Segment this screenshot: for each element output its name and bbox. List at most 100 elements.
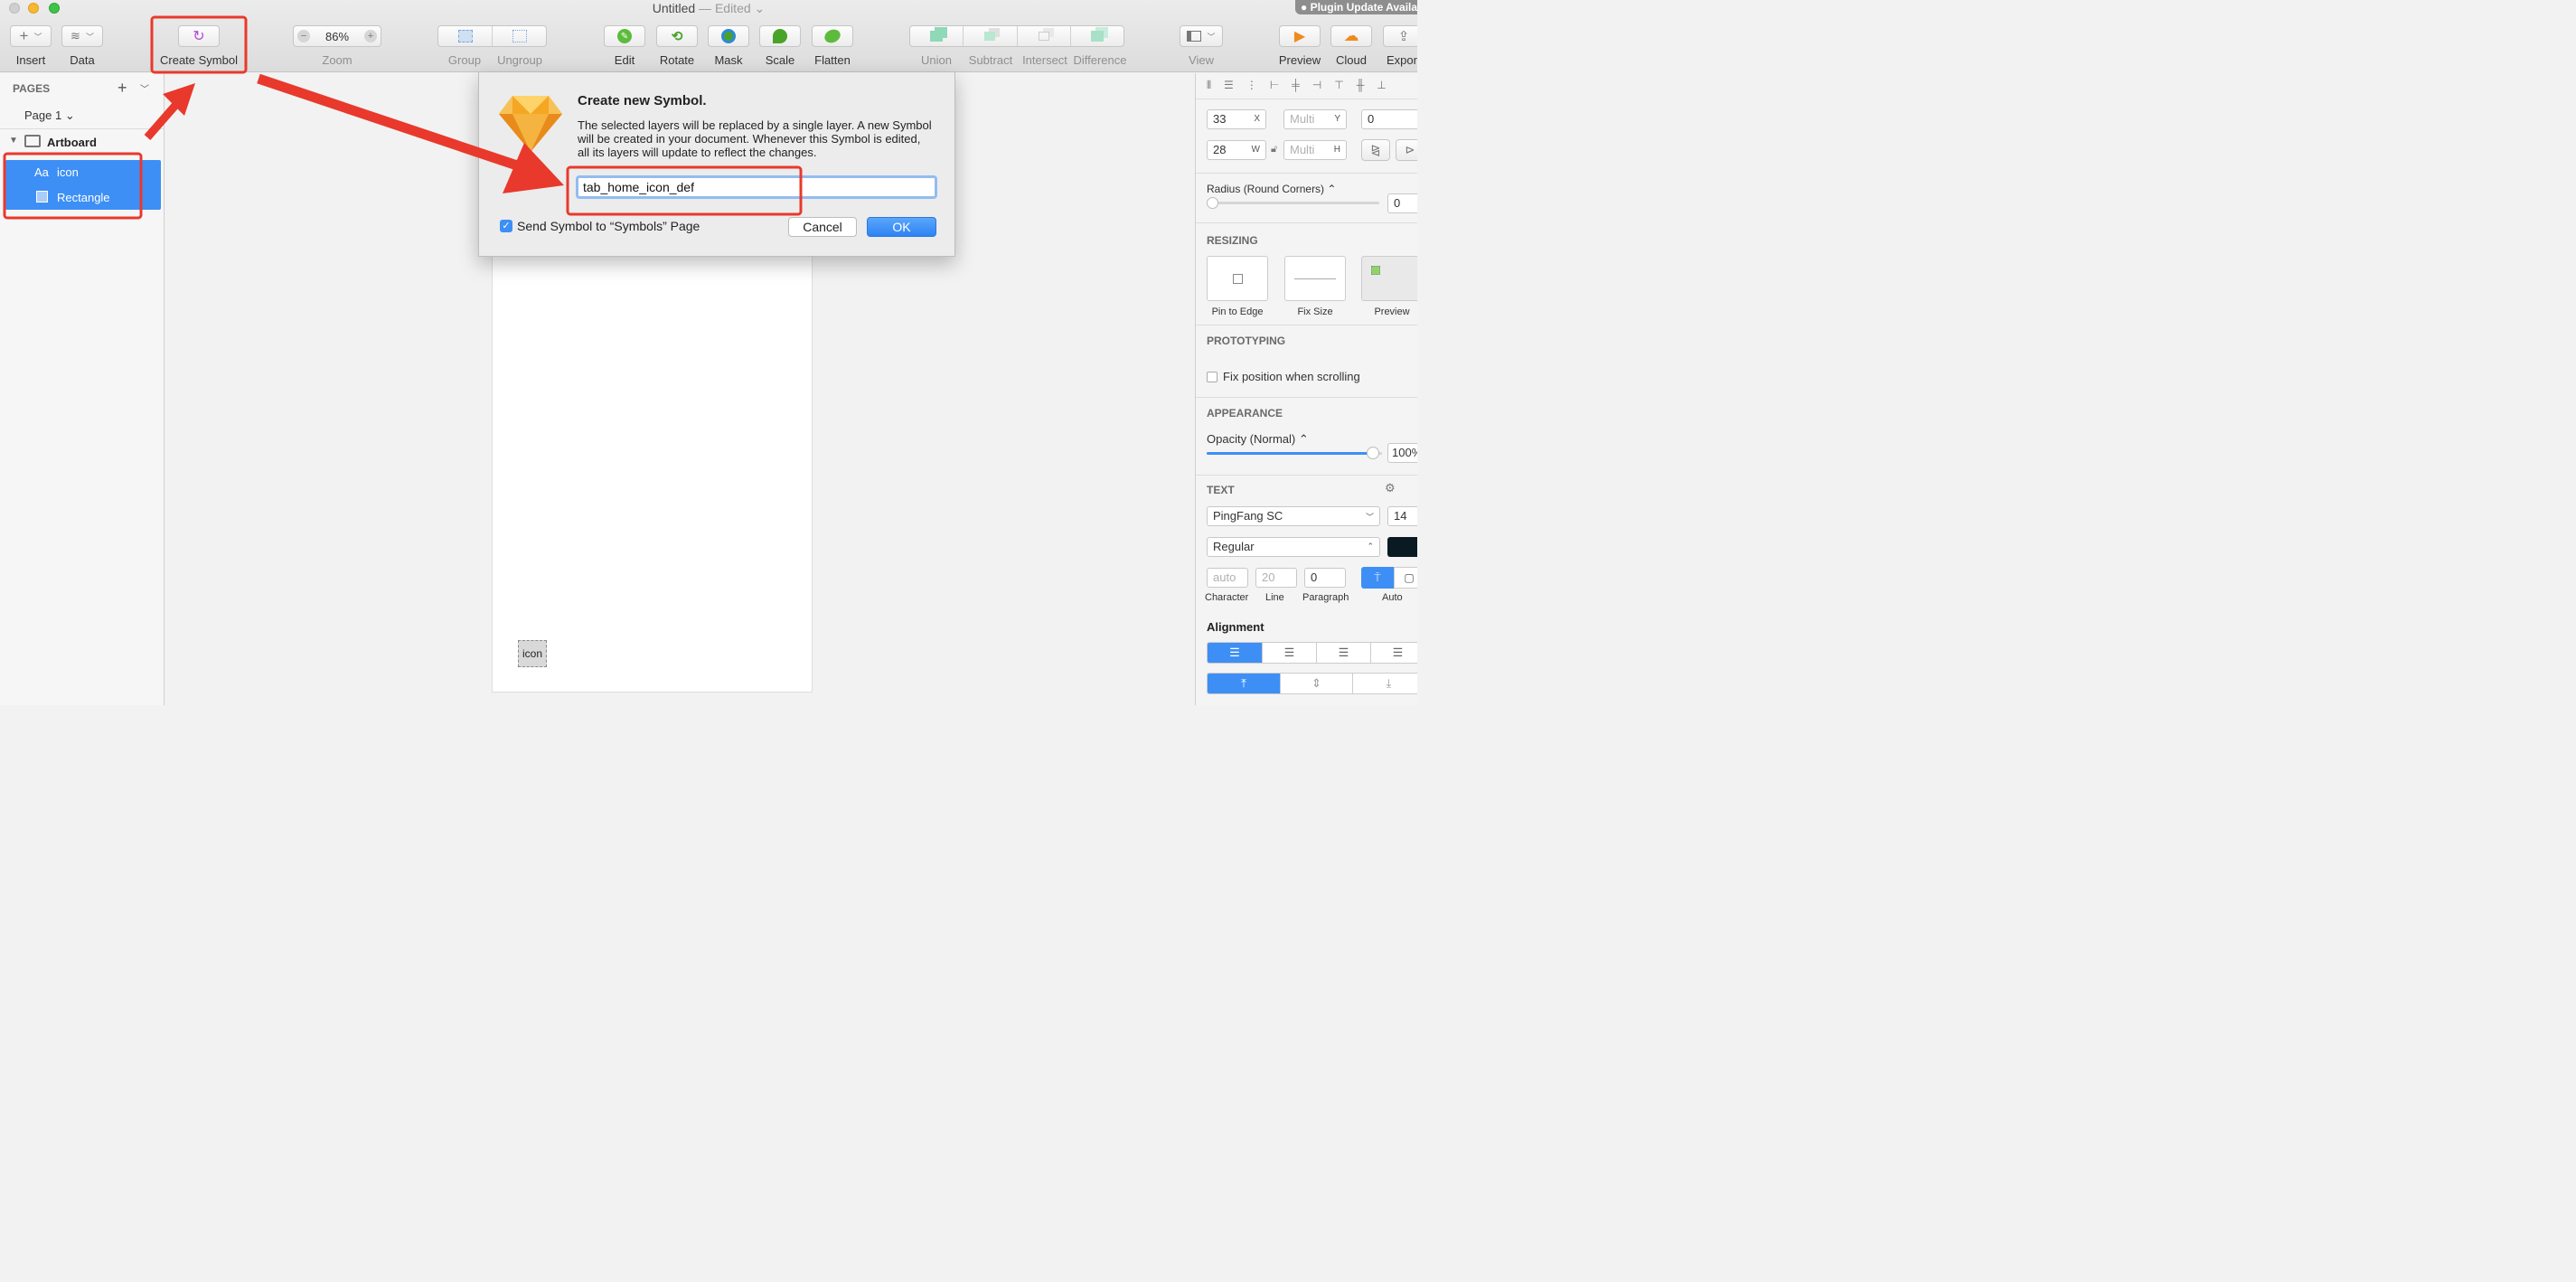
flip-horizontal-button[interactable]: ⧎ (1361, 139, 1390, 161)
selected-icon-layer[interactable]: icon (518, 640, 547, 667)
fix-size-control[interactable] (1284, 256, 1346, 301)
flip-vertical-button[interactable]: ⊳ (1396, 139, 1417, 161)
fix-position-checkbox[interactable] (1207, 372, 1217, 382)
character-spacing-field[interactable]: auto (1207, 568, 1248, 588)
radius-slider-knob[interactable] (1207, 197, 1218, 209)
chevron-down-icon[interactable]: ﹀ (140, 81, 149, 95)
mask-button[interactable] (708, 25, 749, 47)
align-top-button[interactable]: ⤒ (1208, 674, 1280, 693)
preview-label: Preview (1374, 306, 1410, 317)
intersect-button[interactable] (1018, 26, 1071, 46)
group-button[interactable] (438, 26, 493, 46)
insert-button[interactable]: + ﹀ (10, 25, 52, 47)
auto-label: Auto (1382, 592, 1403, 603)
gear-icon[interactable]: ⚙ (1385, 481, 1396, 495)
flatten-button[interactable] (812, 25, 853, 47)
plugin-update-badge[interactable]: ● Plugin Update Available (1295, 0, 1417, 14)
align-right-button[interactable]: ☰ (1316, 643, 1370, 663)
vertical-align-segment: ⤒ ⇕ ⤓ (1207, 673, 1417, 694)
align-bottom-button[interactable]: ⤓ (1352, 674, 1417, 693)
height-field[interactable]: Multi H (1283, 140, 1347, 160)
preview-label: Preview (1278, 53, 1321, 67)
add-page-icon[interactable]: + (118, 79, 127, 98)
lock-icon[interactable]: 🔓︎ (1271, 144, 1277, 156)
distribute-horizontal-icon[interactable]: ⫴ (1207, 79, 1211, 93)
opacity-slider[interactable] (1207, 452, 1382, 455)
create-symbol-icon: ↻ (193, 29, 205, 44)
rotation-field[interactable]: 0 (1361, 109, 1417, 129)
align-center-button[interactable]: ☰ (1262, 643, 1316, 663)
rotate-button[interactable]: ⟲ (656, 25, 698, 47)
zoom-control[interactable]: − 86% + (293, 25, 381, 47)
divider (1196, 475, 1417, 476)
stepper-icon: ⌃ (1367, 542, 1374, 551)
union-button[interactable] (910, 26, 964, 46)
cloud-button[interactable]: ☁ (1330, 25, 1372, 47)
edit-button[interactable]: ✎ (604, 25, 645, 47)
height-value: Multi (1290, 143, 1315, 156)
artboard-canvas[interactable]: icon (492, 253, 813, 693)
align-right-icon[interactable]: ⊣ (1312, 79, 1321, 93)
zoom-in-icon[interactable]: + (364, 30, 377, 42)
font-family-select[interactable]: PingFang SC ﹀ (1207, 506, 1380, 526)
preview-button[interactable]: ▶ (1279, 25, 1321, 47)
character-spacing-value: auto (1213, 570, 1236, 584)
font-weight-select[interactable]: Regular ⌃ (1207, 537, 1380, 557)
layer-row-rectangle[interactable]: Rectangle (5, 185, 161, 210)
y-field[interactable]: Multi Y (1283, 109, 1347, 129)
text-color-swatch[interactable] (1387, 537, 1417, 557)
create-symbol-button[interactable]: ↻ (178, 25, 220, 47)
data-button[interactable]: ≋ ﹀ (61, 25, 103, 47)
group-label: Group (447, 53, 482, 67)
paragraph-label: Paragraph (1302, 592, 1349, 603)
alignment-toolbar: ⫴ ☰ ⋮ ⊢ ╪ ⊣ ⊤ ╫ ⊥ (1207, 79, 1417, 93)
align-top-icon[interactable]: ⊤ (1334, 79, 1343, 93)
justify-button[interactable]: ☰ (1370, 643, 1417, 663)
fixed-width-button[interactable]: ▢ (1394, 567, 1417, 589)
align-middle-icon[interactable]: ╫ (1357, 79, 1365, 93)
send-to-symbols-checkbox[interactable]: ✓ (500, 220, 512, 232)
ungroup-button[interactable] (493, 26, 546, 46)
layer-row-icon[interactable]: Aa icon (5, 160, 161, 185)
scale-button[interactable] (759, 25, 801, 47)
distribute-vertical-icon[interactable]: ☰ (1224, 79, 1234, 93)
align-left-button[interactable]: ☰ (1208, 643, 1262, 663)
opacity-field[interactable]: 100% (1387, 443, 1417, 463)
ok-button[interactable]: OK (867, 217, 936, 237)
align-middle-button[interactable]: ⇕ (1280, 674, 1352, 693)
disclosure-triangle-icon[interactable]: ▼ (9, 136, 18, 146)
document-title: Untitled (652, 1, 696, 15)
more-icon[interactable]: ⋮ (1246, 79, 1257, 93)
flatten-icon (822, 26, 843, 46)
divider (1196, 222, 1417, 223)
width-field[interactable]: 28 W (1207, 140, 1266, 160)
page-selector[interactable]: Page 1 ⌄ (24, 108, 75, 123)
font-size-field[interactable]: 14 (1387, 506, 1417, 526)
opacity-slider-knob[interactable] (1367, 447, 1380, 459)
cancel-button[interactable]: Cancel (788, 217, 857, 237)
radius-slider[interactable] (1211, 202, 1379, 204)
pin-to-edge-label: Pin to Edge (1211, 306, 1264, 317)
radius-field[interactable]: 0 (1387, 193, 1417, 213)
difference-button[interactable] (1071, 26, 1123, 46)
x-field[interactable]: 33 X (1207, 109, 1266, 129)
layers-sidebar: PAGES + ﹀ Page 1 ⌄ ▼ Artboard Aa icon Re… (0, 73, 165, 705)
insert-label: Insert (15, 53, 46, 67)
artboard-layer[interactable]: Artboard (47, 136, 97, 149)
auto-width-button[interactable]: ⍑ (1361, 567, 1394, 589)
send-to-symbols-label: Send Symbol to “Symbols” Page (517, 219, 700, 233)
zoom-out-icon[interactable]: − (297, 30, 310, 42)
export-button[interactable]: ⇪ (1383, 25, 1417, 47)
pin-to-edge-control[interactable] (1207, 256, 1268, 301)
edit-icon: ✎ (617, 29, 632, 43)
checkmark-icon: ✓ (502, 221, 511, 231)
align-center-icon[interactable]: ╪ (1292, 79, 1300, 93)
subtract-button[interactable] (964, 26, 1018, 46)
paragraph-spacing-field[interactable]: 0 (1304, 568, 1346, 588)
subtract-icon (984, 32, 996, 41)
symbol-name-input[interactable]: tab_home_icon_def (576, 175, 937, 199)
align-bottom-icon[interactable]: ⊥ (1377, 79, 1386, 93)
line-height-field[interactable]: 20 (1255, 568, 1297, 588)
align-left-icon[interactable]: ⊢ (1270, 79, 1279, 93)
view-button[interactable]: ﹀ (1180, 25, 1223, 47)
